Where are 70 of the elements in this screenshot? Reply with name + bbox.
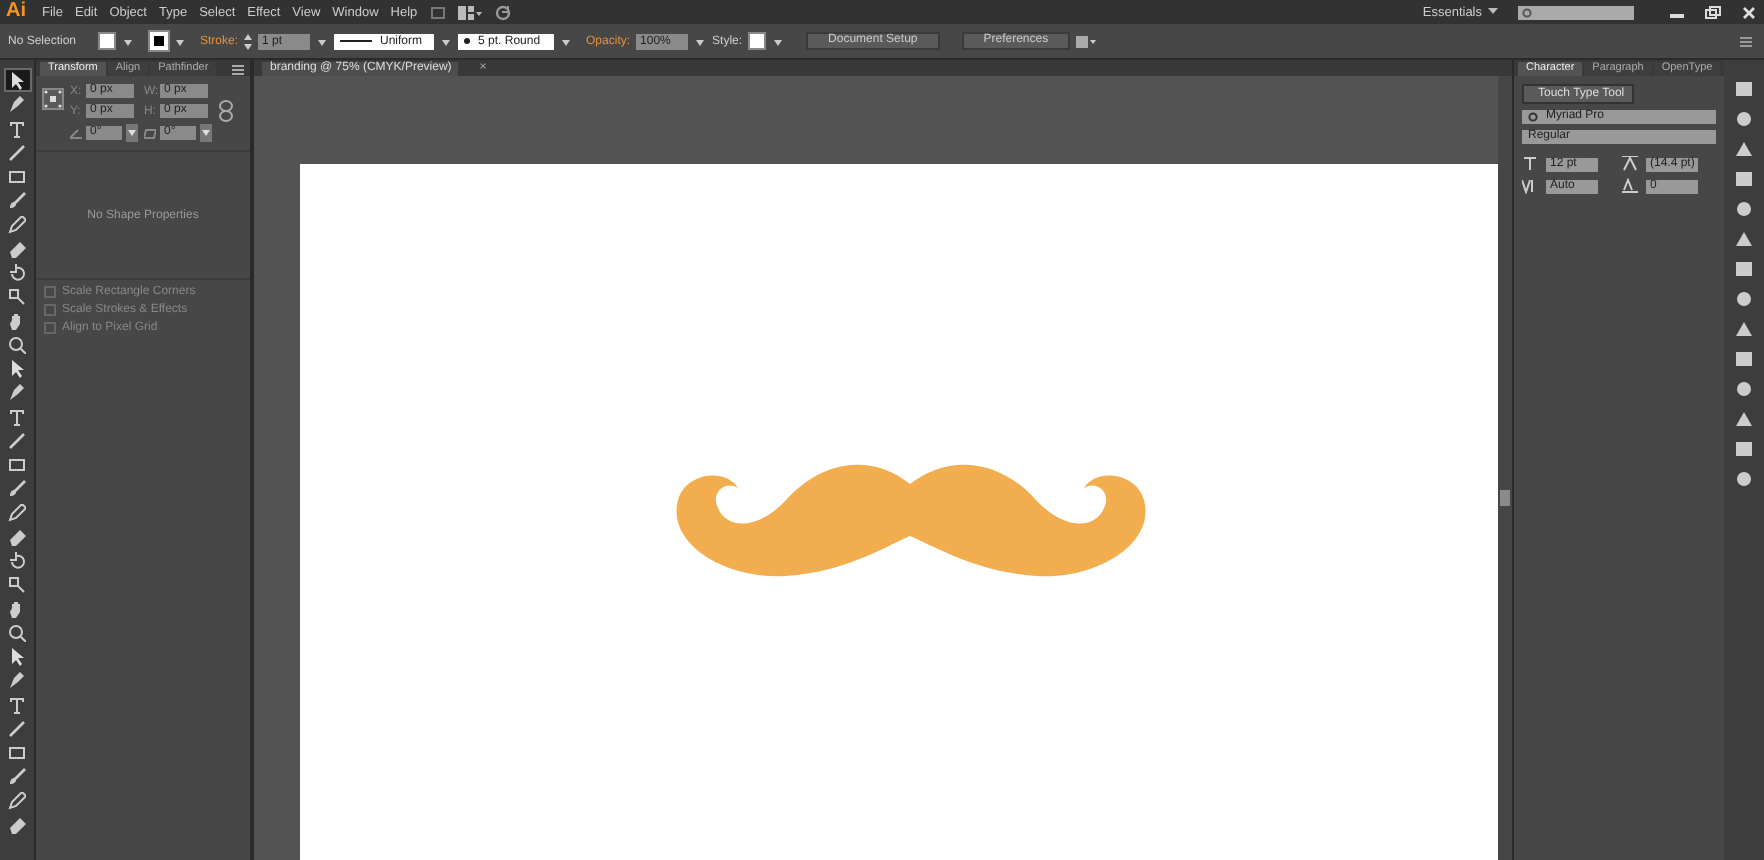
arrange-icon[interactable] (1076, 33, 1097, 49)
scale-icon (8, 575, 26, 593)
pencil-icon (8, 503, 26, 521)
tool-button[interactable] (3, 788, 31, 812)
text-icon (8, 119, 26, 137)
caret-icon[interactable] (122, 35, 134, 47)
rotate-icon (8, 551, 26, 569)
pencil-icon (8, 215, 26, 233)
tool-button[interactable] (3, 68, 31, 92)
search-field[interactable] (1518, 5, 1634, 19)
tool-button[interactable] (3, 212, 31, 236)
zoom-icon (8, 623, 26, 641)
tracking-icon (1622, 178, 1638, 194)
pencil-icon (8, 791, 26, 809)
close-icon[interactable] (1740, 5, 1758, 19)
line-icon (8, 143, 26, 161)
line-icon (8, 719, 26, 737)
tool-button[interactable] (3, 332, 31, 356)
text-icon (8, 695, 26, 713)
angle-icon (70, 127, 82, 139)
arrow-icon (8, 647, 26, 665)
rectangle-icon (8, 455, 26, 473)
search-icon (1528, 111, 1540, 123)
hand-icon (8, 311, 26, 329)
stepper-icon[interactable] (244, 33, 253, 49)
caret-icon[interactable] (560, 35, 573, 47)
font-size-icon (1522, 156, 1538, 172)
caret-icon[interactable] (316, 35, 329, 47)
app-logo: Ai (6, 0, 26, 24)
panel-menu-icon[interactable] (232, 64, 246, 76)
pen-icon (8, 383, 26, 401)
line-icon (8, 431, 26, 449)
scrollbar[interactable] (1498, 76, 1512, 860)
reference-point-icon[interactable] (42, 88, 64, 110)
sync-icon[interactable] (493, 3, 512, 21)
stroke-swatch[interactable] (150, 32, 168, 50)
fill-swatch[interactable] (98, 32, 116, 50)
caret-icon[interactable] (126, 124, 138, 142)
shear-icon (144, 127, 156, 139)
hand-icon (8, 599, 26, 617)
checkbox[interactable] (44, 286, 56, 298)
pen-icon (8, 671, 26, 689)
checkbox[interactable] (44, 322, 56, 334)
caret-icon[interactable] (440, 35, 453, 47)
tool-button[interactable] (3, 500, 31, 524)
arrow-icon (8, 71, 26, 89)
tool-button[interactable] (3, 620, 31, 644)
caret-icon[interactable] (1488, 8, 1498, 16)
checkbox[interactable] (44, 304, 56, 316)
caret-icon[interactable] (200, 124, 212, 142)
rotate-icon (8, 263, 26, 281)
caret-icon[interactable] (694, 35, 707, 47)
rectangle-icon (8, 743, 26, 761)
rectangle-icon (8, 167, 26, 185)
leading-icon (1622, 156, 1638, 172)
style-swatch[interactable] (748, 32, 767, 50)
restore-icon[interactable] (1704, 5, 1722, 19)
zoom-icon (8, 335, 26, 353)
arrow-icon (8, 359, 26, 377)
text-icon (8, 407, 26, 425)
search-icon (1522, 7, 1532, 17)
caret-icon[interactable] (174, 35, 186, 47)
layout-icon[interactable] (457, 5, 482, 19)
eraser-icon (8, 815, 26, 833)
caret-icon[interactable] (772, 35, 785, 47)
eraser-icon (8, 527, 26, 545)
scale-icon (8, 287, 26, 305)
panel-menu-icon[interactable] (1740, 33, 1756, 49)
eraser-icon (8, 239, 26, 257)
kerning-icon (1522, 178, 1538, 194)
